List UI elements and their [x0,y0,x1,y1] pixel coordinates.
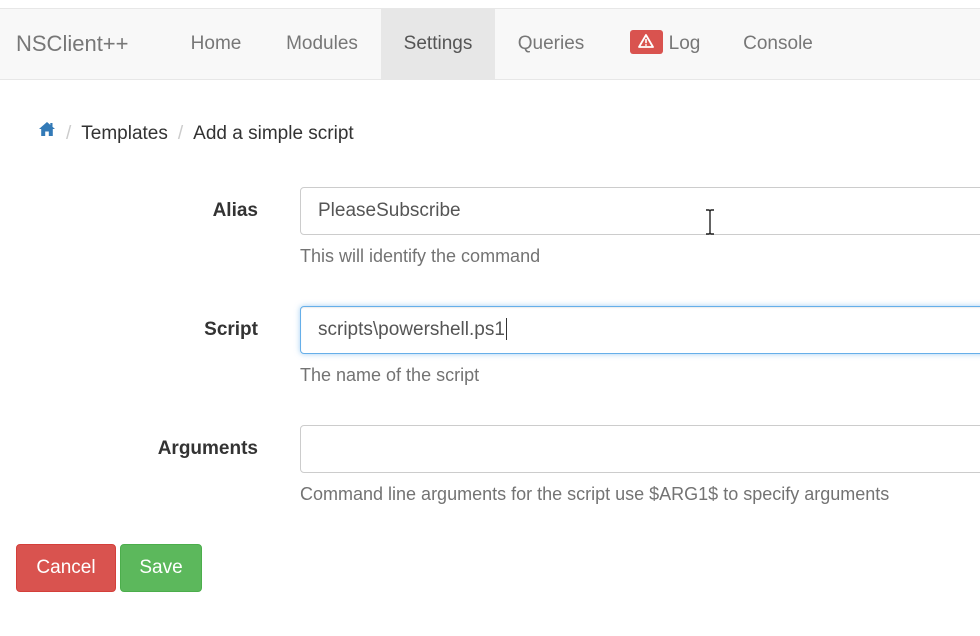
breadcrumb-separator: / [66,123,72,145]
breadcrumb-current: Add a simple script [193,123,354,145]
nav-item-console[interactable]: Console [724,9,832,79]
alias-input[interactable] [300,187,980,235]
alias-label: Alias [212,200,258,221]
cancel-button[interactable]: Cancel [16,544,116,592]
breadcrumb: / Templates / Add a simple script [38,121,354,147]
navbar-brand[interactable]: NSClient++ [16,9,129,79]
nav-item-modules[interactable]: Modules [266,9,378,79]
alias-help: This will identify the command [300,246,541,266]
nav-item-settings[interactable]: Settings [381,9,495,79]
nav-item-queries[interactable]: Queries [498,9,604,79]
script-input-value: scripts\powershell.ps1 [318,319,505,340]
breadcrumb-templates[interactable]: Templates [81,123,168,144]
nav-item-log[interactable]: Log [612,9,718,79]
home-icon[interactable] [38,119,56,145]
arguments-label: Arguments [157,438,258,459]
script-help: The name of the script [300,365,480,385]
arguments-input[interactable] [300,425,980,473]
ibeam-cursor-icon [704,209,716,240]
top-strip [0,0,980,8]
navbar: NSClient++ Home Modules Settings Queries… [0,8,980,80]
text-caret [505,317,507,340]
script-input[interactable]: scripts\powershell.ps1 [300,306,980,354]
script-label: Script [204,319,258,340]
breadcrumb-separator: / [177,123,184,145]
warning-icon [629,29,663,54]
save-button[interactable]: Save [120,544,202,592]
nav-item-log-label: Log [668,33,701,54]
arguments-help: Command line arguments for the script us… [300,484,890,504]
nav-item-home[interactable]: Home [170,9,262,79]
